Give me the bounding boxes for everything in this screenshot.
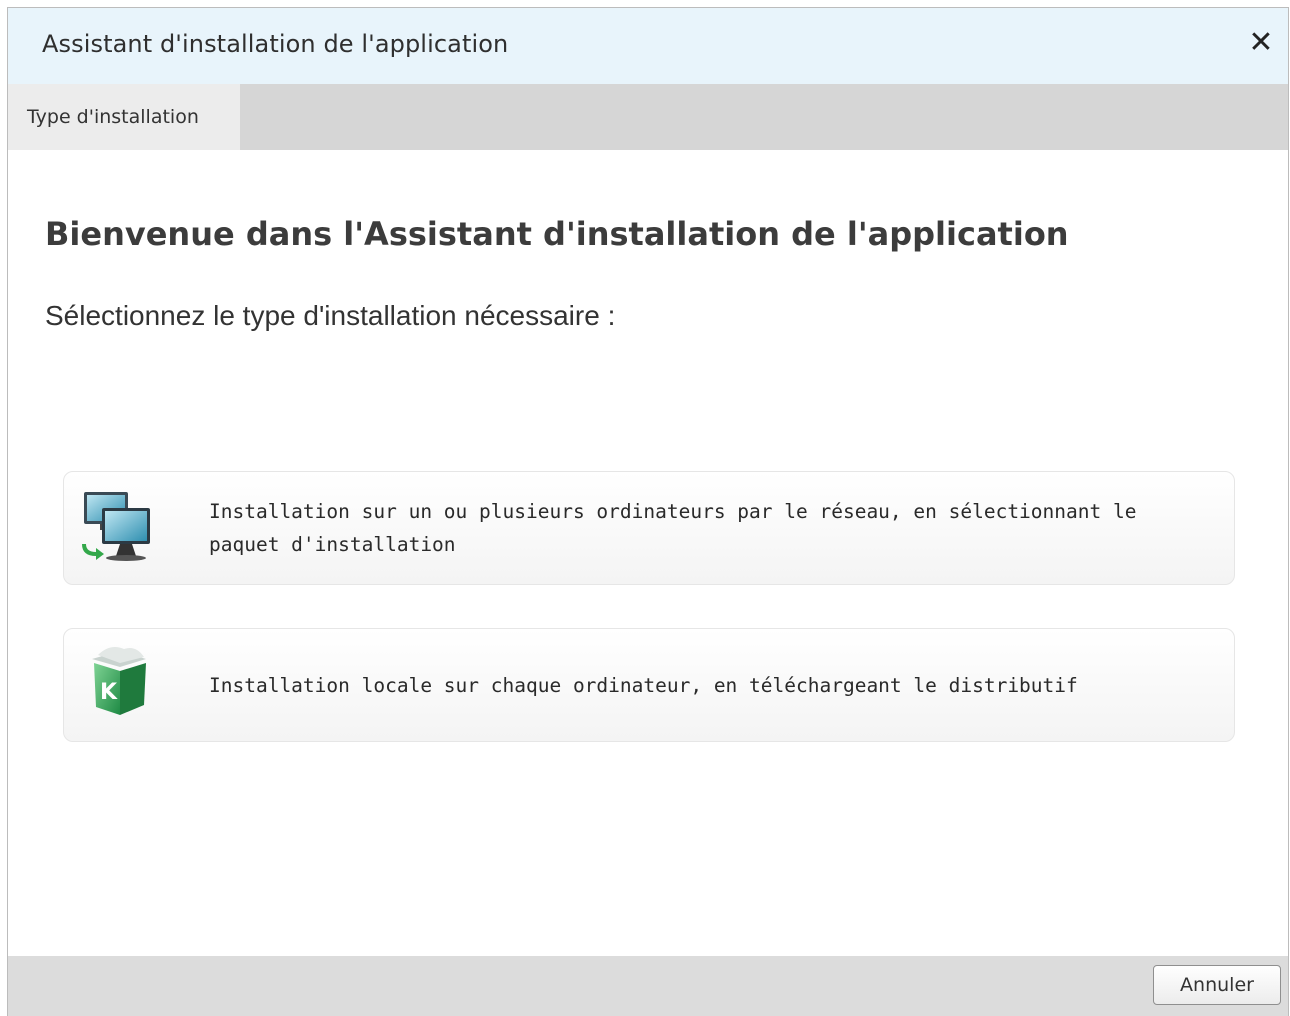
window-title: Assistant d'installation de l'applicatio… <box>42 30 509 58</box>
option-network-install[interactable]: Installation sur un ou plusieurs ordinat… <box>63 471 1235 585</box>
package-box-icon: K <box>92 647 146 715</box>
installation-wizard-dialog: Assistant d'installation de l'applicatio… <box>7 7 1289 1016</box>
title-bar: Assistant d'installation de l'applicatio… <box>8 8 1288 84</box>
cancel-button[interactable]: Annuler <box>1153 965 1281 1005</box>
option-network-install-label: Installation sur un ou plusieurs ordinat… <box>209 500 1137 556</box>
option-local-install[interactable]: K Installation locale sur chaque ordinat… <box>63 628 1235 742</box>
page-subtitle: Sélectionnez le type d'installation néce… <box>45 300 616 331</box>
tab-strip: Type d'installation <box>8 84 1288 150</box>
svg-text:K: K <box>100 680 118 705</box>
page-title: Bienvenue dans l'Assistant d'installatio… <box>45 215 1069 253</box>
option-local-install-label: Installation locale sur chaque ordinateu… <box>209 674 1078 697</box>
tab-installation-type[interactable]: Type d'installation <box>8 84 240 150</box>
network-computers-icon <box>82 492 150 561</box>
close-icon[interactable]: ✕ <box>1246 26 1276 60</box>
footer-bar: Annuler <box>8 956 1288 1016</box>
